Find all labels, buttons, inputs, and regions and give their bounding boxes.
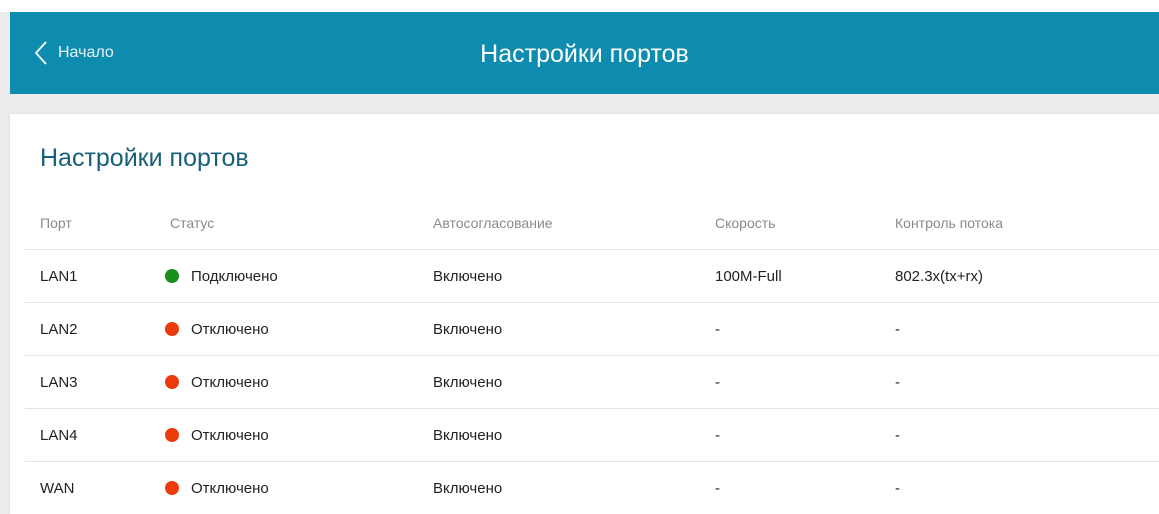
speed-value: - bbox=[715, 408, 895, 462]
autoneg-value: Включено bbox=[433, 408, 715, 462]
speed-value: - bbox=[715, 479, 720, 497]
column-header-port: Порт bbox=[25, 197, 170, 250]
page-title: Настройки портов bbox=[480, 40, 689, 68]
top-strip bbox=[0, 0, 1159, 12]
status-text: Отключено bbox=[191, 426, 269, 444]
flow-control-value: - bbox=[895, 355, 1159, 409]
status-cell: Подключено bbox=[165, 249, 433, 303]
port-name: LAN1 bbox=[25, 249, 170, 303]
table-row[interactable]: LAN1 Подключено Включено 100M-Full 802.3… bbox=[25, 249, 1159, 303]
status-dot-icon bbox=[165, 427, 179, 442]
page-header: Начало Настройки портов bbox=[10, 12, 1159, 94]
status-cell: Отключено bbox=[165, 302, 433, 356]
port-name: LAN2 bbox=[25, 302, 170, 356]
flow-control-value: - bbox=[895, 479, 900, 497]
status-text: Отключено bbox=[191, 479, 269, 497]
port-name: WAN bbox=[40, 479, 75, 497]
ports-card: Настройки портов Порт Статус Автосогласо… bbox=[10, 114, 1159, 514]
status-dot-icon bbox=[165, 480, 179, 495]
column-header-status: Статус bbox=[170, 197, 433, 250]
speed-value: - bbox=[715, 355, 895, 409]
status-cell: Отключено bbox=[165, 355, 433, 409]
status-dot-icon bbox=[165, 268, 179, 283]
autoneg-value: Включено bbox=[433, 479, 503, 497]
speed-value: - bbox=[715, 302, 895, 356]
port-name: LAN4 bbox=[25, 408, 170, 462]
column-header-speed: Скорость bbox=[715, 197, 895, 250]
autoneg-value: Включено bbox=[433, 302, 715, 356]
status-cell: Отключено bbox=[165, 408, 433, 462]
card-title: Настройки портов bbox=[40, 144, 249, 172]
status-text: Подключено bbox=[191, 267, 278, 285]
table-row[interactable]: LAN2 Отключено Включено - - bbox=[25, 302, 1159, 356]
flow-control-value: 802.3x(tx+rx) bbox=[895, 249, 1159, 303]
status-cell: Отключено bbox=[165, 462, 433, 514]
flow-control-value: - bbox=[895, 302, 1159, 356]
ports-table: Порт Статус Автосогласование Скорость Ко… bbox=[25, 197, 1159, 514]
page-background: Начало Настройки портов Настройки портов… bbox=[0, 0, 1159, 514]
table-header-row: Порт Статус Автосогласование Скорость Ко… bbox=[25, 197, 1159, 250]
status-text: Отключено bbox=[191, 373, 269, 391]
flow-control-value: - bbox=[895, 408, 1159, 462]
status-text: Отключено bbox=[191, 320, 269, 338]
status-dot-icon bbox=[165, 321, 179, 336]
table-row[interactable]: LAN3 Отключено Включено - - bbox=[25, 355, 1159, 409]
table-row[interactable]: LAN4 Отключено Включено - - bbox=[25, 408, 1159, 462]
status-dot-icon bbox=[165, 374, 179, 389]
column-header-flow-control: Контроль потока bbox=[895, 197, 1159, 250]
table-row[interactable]: WAN Отключено Включено - - bbox=[25, 462, 1159, 514]
port-name: LAN3 bbox=[25, 355, 170, 409]
column-header-autoneg: Автосогласование bbox=[433, 197, 715, 250]
speed-value: 100M-Full bbox=[715, 249, 895, 303]
autoneg-value: Включено bbox=[433, 355, 715, 409]
autoneg-value: Включено bbox=[433, 249, 715, 303]
